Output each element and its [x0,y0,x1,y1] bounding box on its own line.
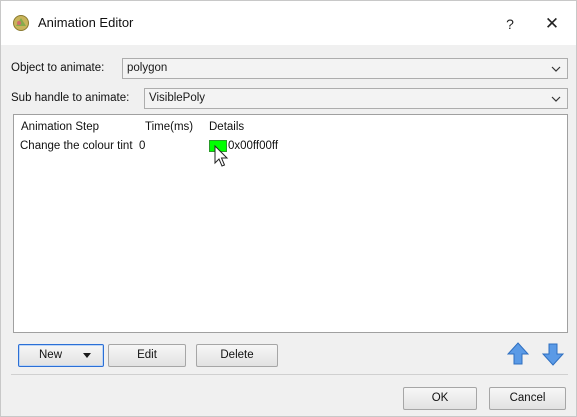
cancel-button[interactable]: Cancel [489,387,566,410]
ok-button[interactable]: OK [403,387,477,410]
new-button-label: New [39,349,63,361]
sub-handle-select-value: VisiblePoly [149,92,206,104]
new-button[interactable]: New [18,344,104,367]
chevron-down-icon [551,96,561,102]
move-down-icon[interactable] [542,342,564,366]
delete-button[interactable]: Delete [196,344,278,367]
column-header-step[interactable]: Animation Step [21,121,99,133]
column-header-details[interactable]: Details [209,121,244,133]
row-time-cell: 0 [139,140,146,152]
row-step-cell: Change the colour tint [20,140,133,152]
app-icon [13,15,29,31]
animation-steps-table[interactable]: Animation Step Time(ms) Details Change t… [13,114,568,333]
object-row: Object to animate: [11,57,104,79]
column-header-time[interactable]: Time(ms) [145,121,193,133]
sub-handle-label: Sub handle to animate: [11,92,130,104]
move-up-icon[interactable] [507,342,529,366]
title-bar: Animation Editor ? ✕ [1,1,576,45]
sub-handle-select[interactable]: VisiblePoly [144,88,568,109]
mouse-cursor-icon [214,145,229,167]
sub-handle-row: Sub handle to animate: [11,87,129,109]
object-label: Object to animate: [11,62,105,74]
chevron-down-icon [551,66,561,72]
divider [11,374,568,375]
edit-button[interactable]: Edit [108,344,186,367]
help-button[interactable]: ? [498,12,522,36]
object-select-value: polygon [127,62,168,74]
row-details-cell: 0x00ff00ff [228,140,279,152]
object-select[interactable]: polygon [122,58,568,79]
window-title: Animation Editor [38,15,134,30]
animation-editor-dialog: Animation Editor ? ✕ Object to animate: … [0,0,577,417]
close-button[interactable]: ✕ [539,12,565,36]
dropdown-arrow-icon [83,353,91,358]
